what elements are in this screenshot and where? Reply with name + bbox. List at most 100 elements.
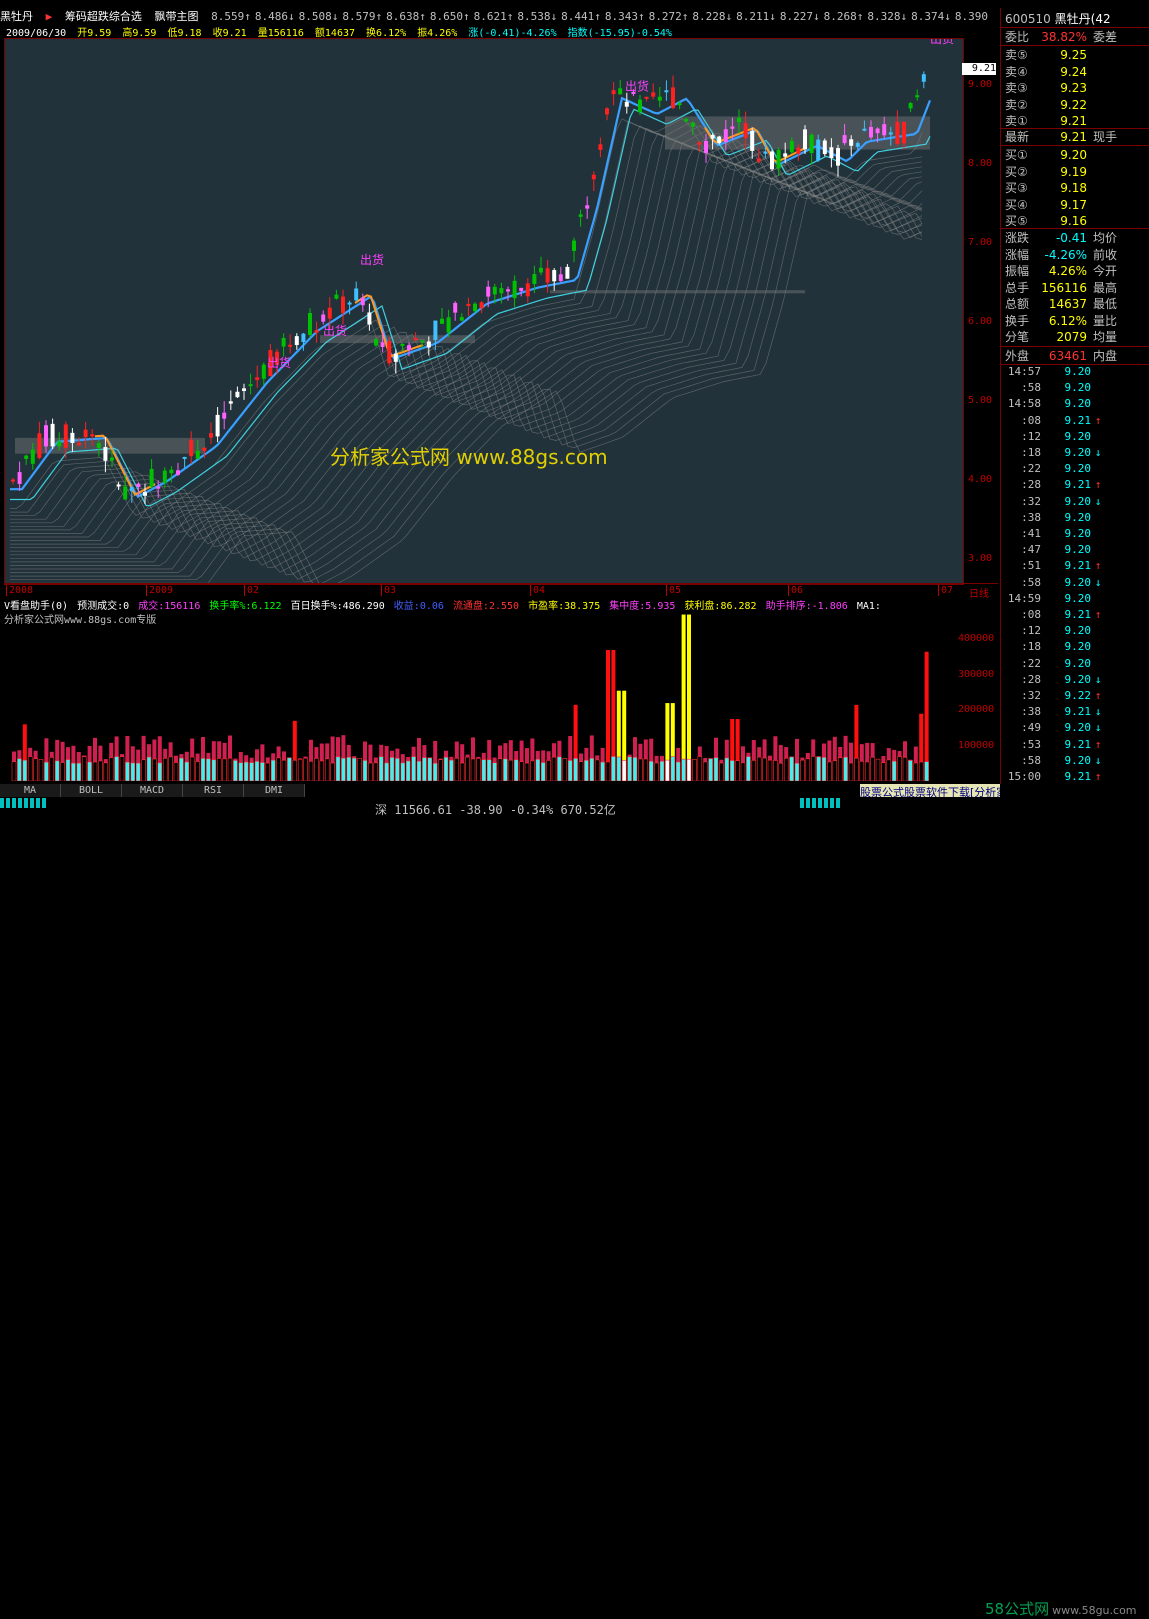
volume-bar-top <box>887 748 891 760</box>
stock-title: 黑牡丹(42 <box>1055 12 1111 26</box>
volume-bar-base <box>190 757 194 781</box>
tick-arrow: ↑ <box>1091 689 1105 702</box>
volume-bar-top <box>752 740 756 760</box>
volume-bar-base <box>282 760 286 781</box>
volume-chart[interactable] <box>4 611 962 781</box>
ask-label: 卖⑤ <box>1005 46 1035 63</box>
tick-price: 9.20 <box>1041 576 1091 589</box>
stat-label: 涨跌 <box>1005 229 1035 246</box>
volume-bar-base <box>460 763 464 781</box>
tick-price: 9.20 <box>1041 462 1091 475</box>
volume-bar-top <box>849 743 853 763</box>
tab-dmi[interactable]: DMI <box>244 784 305 797</box>
candle-body <box>777 150 781 168</box>
candle-body <box>163 471 167 483</box>
volume-bar-base <box>520 762 524 781</box>
volume-bar-base <box>277 758 281 781</box>
volume-axis: 400000300000200000100000 <box>962 611 998 781</box>
main-price-chart[interactable]: 出货出货出货出货出货分析家公式网 www.88gs.com <box>4 38 964 585</box>
volume-bar-base <box>649 761 653 781</box>
volume-bar-base <box>471 759 475 781</box>
bid-price: 9.18 <box>1035 181 1087 195</box>
ma-value: 8.272↑ <box>649 10 689 22</box>
candle-body <box>486 287 490 297</box>
volume-bar-base <box>714 758 718 781</box>
tick-time: :08 <box>1005 608 1041 621</box>
stock-code: 600510 <box>1005 12 1051 26</box>
stat-row: 振幅4.26%今开 <box>1005 262 1145 279</box>
volume-bar-base <box>185 762 189 781</box>
price-chart-svg[interactable]: 出货出货出货出货出货分析家公式网 www.88gs.com <box>5 39 963 584</box>
ask-price: 9.25 <box>1035 48 1087 62</box>
main-chart-name[interactable]: 飘带主图 <box>155 10 199 22</box>
promo-banner[interactable]: 股票公式股票软件下载[分析家公式网www.88gs.com] <box>860 784 1000 797</box>
volume-bar-base <box>617 757 621 781</box>
volume-bar-base <box>881 763 885 781</box>
volume-bar-top <box>385 746 389 763</box>
volume-bar-base <box>363 760 367 781</box>
tick-time: :32 <box>1005 689 1041 702</box>
volume-bar-base <box>314 758 318 781</box>
volume-bar-top <box>665 703 669 760</box>
candle-body <box>546 268 550 282</box>
candle-body <box>453 303 457 313</box>
tick-row: :479.20 <box>1005 543 1145 559</box>
ask-label: 卖④ <box>1005 63 1035 80</box>
tick-arrow: ↓ <box>1091 446 1105 459</box>
candle-body <box>882 124 886 135</box>
inner-label: 内盘 <box>1093 347 1133 364</box>
volume-bar-base <box>417 761 421 781</box>
candle-body <box>480 302 484 308</box>
tick-time: :18 <box>1005 640 1041 653</box>
volume-bar-top <box>871 743 875 757</box>
volume-bar-base <box>347 757 351 781</box>
stat-row: 总手156116最高 <box>1005 279 1145 296</box>
volume-bar-top <box>746 753 750 757</box>
volume-bar-top <box>341 735 345 758</box>
volume-bar-top <box>811 739 815 756</box>
volume-bar-base <box>379 757 383 781</box>
ask-row-3: 卖③9.23 <box>1005 79 1145 96</box>
indicator-header: V看盘助手(0) 预测成交:0 成交:156116 换手率%:6.122 百日换… <box>4 597 998 611</box>
indicator-name[interactable]: 筹码超跌综合选 <box>65 10 142 22</box>
tick-price: 9.21 <box>1041 478 1091 491</box>
play-icon[interactable]: ▶ <box>46 10 53 22</box>
candle-body <box>783 153 787 156</box>
volume-bar-base <box>260 763 264 781</box>
tick-time: :22 <box>1005 462 1041 475</box>
tab-macd[interactable]: MACD <box>122 784 183 797</box>
ribbon-line <box>10 178 922 575</box>
candle-body <box>11 480 15 482</box>
volume-bar-top <box>660 756 664 761</box>
ribbon-line <box>10 164 922 561</box>
tab-rsi[interactable]: RSI <box>183 784 244 797</box>
ask-row-1: 卖①9.21 <box>1005 112 1145 129</box>
candle-body <box>123 487 127 500</box>
stat-row: 总额14637最低 <box>1005 295 1145 312</box>
volume-chart-svg[interactable] <box>4 611 962 781</box>
market-index-status: 深 11566.61 -38.90 -0.34% 670.52亿 <box>375 801 616 818</box>
volume-bar-base <box>838 758 842 781</box>
volume-bar-top <box>892 750 896 761</box>
candle-body <box>816 140 820 161</box>
volume-bar-top <box>368 745 372 763</box>
volume-bar-top <box>109 743 113 758</box>
tick-row: :589.20 <box>1005 381 1145 397</box>
weibi-row: 委比38.82%委差 <box>1005 28 1145 45</box>
stat-row: 换手6.12%量比 <box>1005 312 1145 329</box>
price-axis: 9.008.007.006.005.004.003.009.21 <box>962 8 998 583</box>
stat-label: 分笔 <box>1005 328 1035 345</box>
volume-bar-top <box>152 740 156 760</box>
volume-bar-top <box>584 748 588 760</box>
candle-body <box>150 469 154 487</box>
market-pct: -0.34% <box>510 803 553 817</box>
ma-value: 8.538↓ <box>517 10 557 22</box>
tick-time: :18 <box>1005 446 1041 459</box>
volume-bar-base <box>833 761 837 781</box>
tab-ma[interactable]: MA <box>0 784 61 797</box>
volume-bar-base <box>547 760 551 781</box>
candle-body <box>869 127 873 137</box>
tab-boll[interactable]: BOLL <box>61 784 122 797</box>
volume-bar-top <box>698 747 702 757</box>
tick-time: :53 <box>1005 738 1041 751</box>
